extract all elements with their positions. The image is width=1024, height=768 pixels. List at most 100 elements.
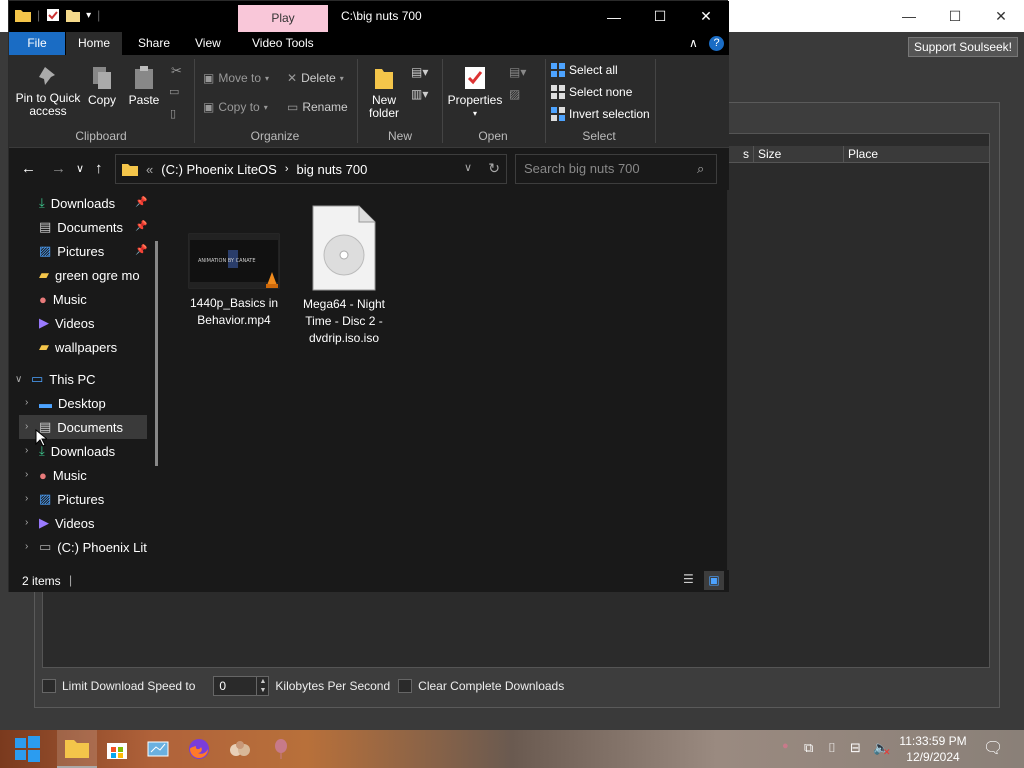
usb-icon[interactable]: ⌷	[828, 740, 836, 756]
nav-item-desktop[interactable]: ▬ Desktop	[39, 391, 106, 415]
file-item-mp4[interactable]: ANIMATION BY CANATE 1440p_Basics in Beha…	[179, 232, 289, 329]
chevron-down-icon[interactable]: ▾	[86, 10, 91, 21]
close-icon[interactable]: ✕	[683, 1, 729, 32]
tab-view[interactable]: View	[183, 32, 233, 55]
open-icon[interactable]: ▤▾	[509, 65, 526, 79]
nav-item-documents-quick[interactable]: ▤ Documents	[39, 215, 123, 239]
move-to-button[interactable]: ▣ Move to ▾	[203, 71, 269, 85]
support-soulseek-button[interactable]: Support Soulseek!	[907, 37, 1018, 57]
paste-shortcut-icon[interactable]: ▯	[170, 107, 176, 120]
taskbar-store[interactable]	[97, 730, 137, 768]
nav-scrollbar[interactable]	[155, 241, 158, 466]
chevron-right-icon[interactable]: ›	[25, 493, 28, 504]
spinner-arrows-icon[interactable]: ▲ ▼	[256, 677, 268, 695]
breadcrumb-folder[interactable]: big nuts 700	[297, 162, 368, 177]
nav-item-wallpapers[interactable]: ▰ wallpapers	[39, 335, 117, 359]
details-view-icon[interactable]: ☰	[683, 572, 694, 586]
nav-item-music[interactable]: ● Music	[39, 463, 87, 487]
tab-file[interactable]: File	[9, 32, 65, 55]
paste-button[interactable]: Paste	[127, 65, 161, 107]
tab-share[interactable]: Share	[126, 32, 182, 55]
start-button[interactable]	[7, 730, 47, 768]
taskbar-app[interactable]	[261, 730, 301, 768]
file-item-iso[interactable]: Mega64 - Night Time - Disc 2 - dvdrip.is…	[289, 205, 399, 347]
clear-complete-checkbox[interactable]	[398, 679, 413, 693]
pinned-icon[interactable]: 📌	[135, 221, 147, 232]
network-icon[interactable]: ⊟	[850, 740, 861, 756]
back-arrow-icon[interactable]: ←	[21, 160, 36, 177]
taskbar-soulseek[interactable]	[220, 730, 260, 768]
taskbar-file-explorer[interactable]	[57, 730, 97, 768]
chevron-right-icon[interactable]: ›	[25, 421, 28, 432]
select-none-button[interactable]: Select none	[551, 85, 632, 99]
taskbar-firefox[interactable]	[179, 730, 219, 768]
minimize-icon[interactable]: —	[591, 1, 637, 32]
easy-access-icon[interactable]: ▥▾	[411, 87, 428, 101]
maximize-icon[interactable]: ☐	[637, 1, 683, 32]
nav-item-this-pc[interactable]: ▭ This PC	[31, 367, 96, 391]
pinned-icon[interactable]: 📌	[135, 197, 147, 208]
nav-item-pictures[interactable]: ▨ Pictures	[39, 487, 104, 511]
history-icon[interactable]: ▨	[509, 87, 520, 101]
breadcrumb-chevron-icon[interactable]: ›	[285, 163, 289, 175]
task-view-icon[interactable]: ⧉	[804, 740, 813, 756]
copy-path-icon[interactable]: ▭	[169, 85, 179, 98]
nav-item-green-ogre[interactable]: ▰ green ogre mo	[39, 263, 140, 287]
copy-button[interactable]: Copy	[87, 65, 117, 107]
nav-item-pictures-quick[interactable]: ▨ Pictures	[39, 239, 104, 263]
nav-item-videos[interactable]: ▶ Videos	[39, 511, 95, 535]
nav-item-videos-quick[interactable]: ▶ Videos	[39, 311, 95, 335]
notifications-icon[interactable]: 🗨	[983, 738, 1003, 758]
chevron-right-icon[interactable]: ›	[25, 541, 28, 552]
chevron-right-icon[interactable]: ›	[25, 517, 28, 528]
breadcrumb-overflow[interactable]: «	[146, 162, 153, 177]
search-icon[interactable]: ⌕	[697, 161, 704, 177]
address-bar[interactable]: « (C:) Phoenix LiteOS › big nuts 700 ∨ ↻	[115, 154, 507, 184]
limit-speed-checkbox[interactable]	[42, 679, 56, 693]
file-list[interactable]: ANIMATION BY CANATE 1440p_Basics in Beha…	[167, 190, 727, 570]
minimize-icon[interactable]: —	[886, 0, 932, 32]
help-icon[interactable]: ?	[709, 36, 724, 51]
collapse-ribbon-icon[interactable]: ∧	[689, 36, 698, 50]
rename-button[interactable]: ▭ Rename	[287, 100, 348, 114]
new-item-icon[interactable]: ▤▾	[411, 65, 428, 79]
properties-button[interactable]: Properties ▾	[445, 65, 505, 120]
tray-app-icon[interactable]: ●	[782, 740, 789, 752]
large-icons-view-icon[interactable]: ▣	[704, 571, 724, 590]
speed-input[interactable]: 0 ▲ ▼	[213, 676, 270, 696]
cut-icon[interactable]: ✂	[171, 63, 182, 79]
recent-locations-icon[interactable]: ∨	[76, 162, 84, 175]
address-dropdown-icon[interactable]: ∨	[464, 161, 472, 174]
taskbar-control-panel[interactable]	[138, 730, 178, 768]
select-all-button[interactable]: Select all	[551, 63, 618, 77]
system-clock[interactable]: 11:33:59 PM 12/9/2024	[893, 733, 973, 765]
nav-item-downloads[interactable]: ⤓ Downloads	[39, 439, 115, 463]
refresh-icon[interactable]: ↻	[488, 160, 500, 177]
nav-item-drive-c[interactable]: ▭ (C:) Phoenix Lit	[39, 535, 155, 559]
chevron-right-icon[interactable]: ›	[25, 469, 28, 480]
folder-icon[interactable]	[15, 8, 31, 22]
maximize-icon[interactable]: ☐	[932, 0, 978, 32]
chevron-right-icon[interactable]: ›	[25, 445, 28, 456]
nav-item-music-quick[interactable]: ● Music	[39, 287, 87, 311]
play-tab[interactable]: Play	[238, 5, 328, 32]
nav-item-downloads-quick[interactable]: ⤓ Downloads	[39, 191, 115, 215]
new-folder-icon[interactable]	[66, 8, 81, 22]
pin-to-quick-access-button[interactable]: Pin to Quick access	[13, 65, 83, 118]
column-size[interactable]: Size	[753, 146, 843, 163]
column-place[interactable]: Place	[843, 146, 989, 163]
forward-arrow-icon[interactable]: →	[51, 160, 66, 177]
copy-to-button[interactable]: ▣ Copy to ▾	[203, 100, 268, 114]
breadcrumb-drive[interactable]: (C:) Phoenix LiteOS	[161, 162, 277, 177]
chevron-right-icon[interactable]: ›	[25, 397, 28, 408]
chevron-down-icon[interactable]: ∨	[15, 374, 22, 385]
properties-check-icon[interactable]	[46, 8, 60, 22]
close-icon[interactable]: ✕	[978, 0, 1024, 32]
delete-button[interactable]: ✕ Delete ▾	[287, 71, 344, 85]
up-arrow-icon[interactable]: ↑	[95, 160, 103, 177]
pinned-icon[interactable]: 📌	[135, 245, 147, 256]
new-folder-button[interactable]: New folder	[361, 65, 407, 120]
search-input[interactable]: Search big nuts 700	[515, 154, 717, 184]
tab-home[interactable]: Home	[66, 32, 123, 55]
tab-video-tools[interactable]: Video Tools	[240, 32, 326, 55]
